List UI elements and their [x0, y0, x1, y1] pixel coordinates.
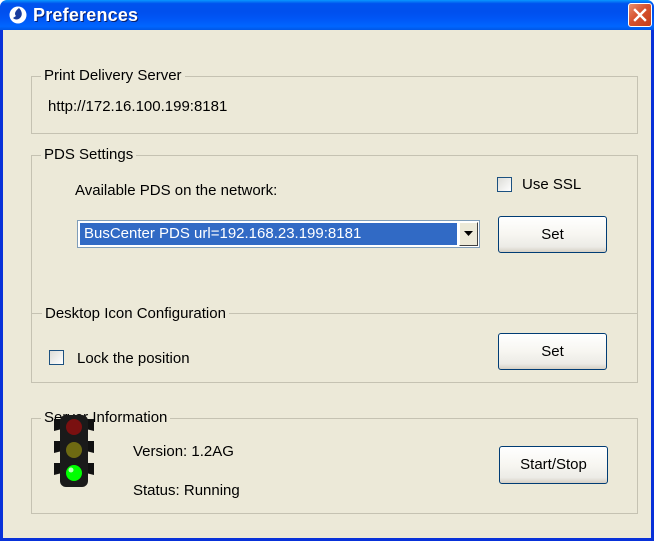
desktop-icon-legend: Desktop Icon Configuration	[42, 305, 229, 323]
pds-set-button[interactable]: Set	[498, 216, 607, 253]
available-pds-label: Available PDS on the network:	[75, 182, 278, 199]
window-title: Preferences	[33, 5, 139, 25]
traffic-light-icon	[54, 415, 94, 487]
print-delivery-server-legend: Print Delivery Server	[41, 67, 185, 85]
dropdown-button[interactable]	[459, 222, 478, 246]
pds-app-icon	[9, 6, 27, 24]
chevron-down-icon	[464, 231, 473, 236]
pds-select-value: BusCenter PDS url=192.168.23.199:8181	[80, 223, 457, 245]
pds-settings-legend: PDS Settings	[41, 146, 137, 164]
use-ssl-checkbox[interactable]	[497, 177, 512, 192]
version-text: Version: 1.2AG	[133, 443, 234, 460]
server-url-text: http://172.16.100.199:8181	[48, 98, 228, 115]
title-bar[interactable]: Preferences	[0, 0, 654, 30]
close-icon	[633, 8, 647, 22]
desktop-icon-set-button[interactable]: Set	[498, 333, 607, 370]
close-button[interactable]	[628, 3, 652, 27]
lock-position-label: Lock the position	[77, 350, 190, 367]
pds-select[interactable]: BusCenter PDS url=192.168.23.199:8181	[77, 220, 480, 248]
lock-position-checkbox[interactable]	[49, 350, 64, 365]
use-ssl-label: Use SSL	[522, 176, 582, 193]
start-stop-button[interactable]: Start/Stop	[499, 446, 608, 484]
status-light	[66, 465, 82, 481]
status-text: Status: Running	[133, 482, 240, 499]
